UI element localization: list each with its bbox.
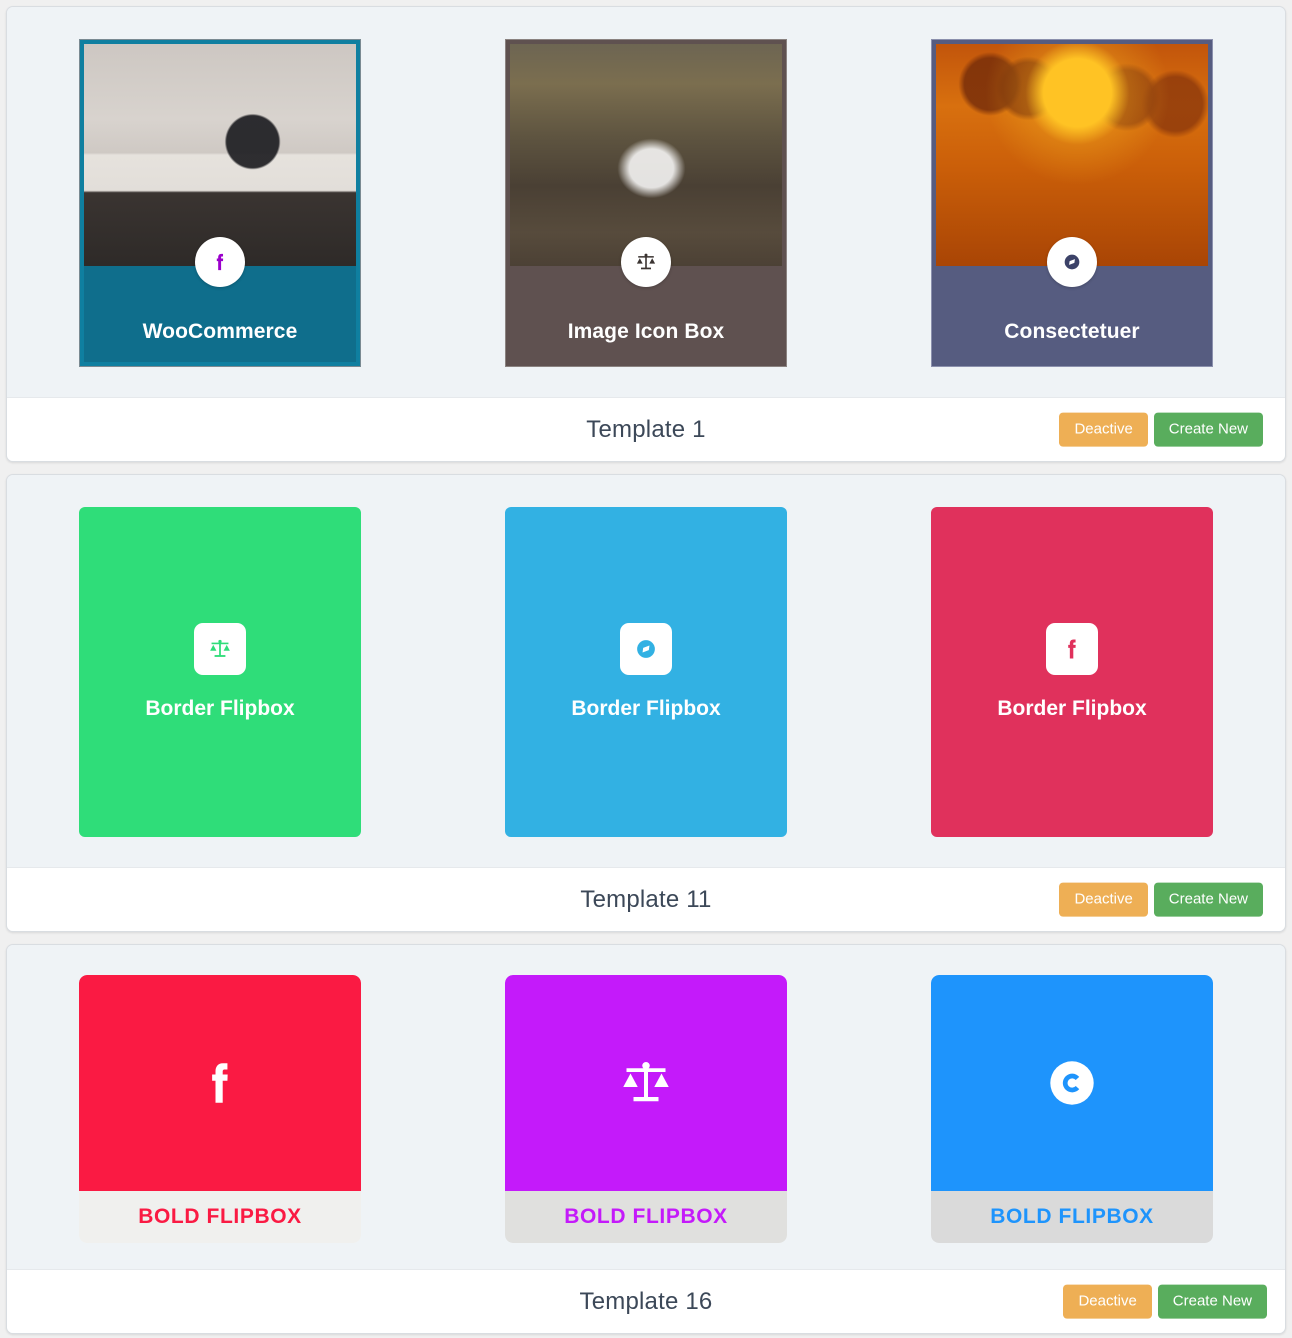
create-new-button[interactable]: Create New	[1153, 882, 1263, 917]
card-top	[931, 975, 1213, 1191]
template-16-actions: Deactive Create New	[1063, 1284, 1267, 1319]
card-title: Border Flipbox	[997, 697, 1147, 720]
card-body: Consectetuer	[936, 237, 1208, 362]
card-title: Image Icon Box	[567, 320, 725, 343]
balance-scale-icon	[194, 623, 246, 675]
template-title: Template 11	[580, 885, 712, 913]
template-block-16: BOLD FLIPBOX BOLD FLIPBOX BOLD FLIPBOX T…	[6, 944, 1286, 1334]
card-caption: BOLD FLIPBOX	[79, 1191, 361, 1243]
preview-card[interactable]: Image Icon Box	[505, 39, 787, 367]
card-title: Consectetuer	[1004, 320, 1140, 343]
copyright-c-icon	[1050, 1061, 1094, 1105]
create-new-button[interactable]: Create New	[1157, 1284, 1267, 1319]
preview-card[interactable]: Border Flipbox	[931, 507, 1213, 837]
template-1-actions: Deactive Create New	[1059, 412, 1263, 447]
facebook-f-icon	[195, 237, 245, 287]
preview-card[interactable]: Border Flipbox	[79, 507, 361, 837]
template-1-preview: WooCommerce Image Icon Box Consectetuer	[7, 7, 1285, 397]
card-top	[79, 975, 361, 1191]
card-top	[505, 975, 787, 1191]
template-11-footer: Template 11 Deactive Create New	[7, 867, 1285, 931]
card-photo	[510, 44, 782, 266]
deactive-button[interactable]: Deactive	[1063, 1284, 1152, 1319]
preview-card[interactable]: BOLD FLIPBOX	[79, 975, 361, 1243]
card-body: WooCommerce	[84, 237, 356, 362]
template-title: Template 16	[579, 1287, 713, 1315]
compass-icon	[1047, 237, 1097, 287]
card-caption: BOLD FLIPBOX	[505, 1191, 787, 1243]
preview-card[interactable]: WooCommerce	[79, 39, 361, 367]
balance-scale-icon	[623, 1062, 669, 1102]
create-new-button[interactable]: Create New	[1153, 412, 1263, 447]
template-16-preview: BOLD FLIPBOX BOLD FLIPBOX BOLD FLIPBOX	[7, 945, 1285, 1269]
card-title: WooCommerce	[142, 320, 298, 343]
compass-icon	[620, 623, 672, 675]
balance-scale-icon	[621, 237, 671, 287]
template-11-preview: Border Flipbox Border Flipbox Border Fli…	[7, 475, 1285, 867]
card-caption: BOLD FLIPBOX	[931, 1191, 1213, 1243]
preview-card[interactable]: Border Flipbox	[505, 507, 787, 837]
card-body: Image Icon Box	[510, 237, 782, 362]
preview-card[interactable]: BOLD FLIPBOX	[931, 975, 1213, 1243]
card-photo	[936, 44, 1208, 266]
template-16-footer: Template 16 Deactive Create New	[7, 1269, 1285, 1333]
template-title: Template 1	[586, 415, 706, 443]
card-title: Border Flipbox	[571, 697, 721, 720]
deactive-button[interactable]: Deactive	[1059, 882, 1148, 917]
preview-card[interactable]: Consectetuer	[931, 39, 1213, 367]
card-photo	[84, 44, 356, 266]
template-library-page: WooCommerce Image Icon Box Consectetuer …	[0, 6, 1292, 1334]
template-block-1: WooCommerce Image Icon Box Consectetuer …	[6, 6, 1286, 462]
preview-card[interactable]: BOLD FLIPBOX	[505, 975, 787, 1243]
template-1-footer: Template 1 Deactive Create New	[7, 397, 1285, 461]
template-11-actions: Deactive Create New	[1059, 882, 1263, 917]
deactive-button[interactable]: Deactive	[1059, 412, 1148, 447]
card-title: Border Flipbox	[145, 697, 295, 720]
template-block-11: Border Flipbox Border Flipbox Border Fli…	[6, 474, 1286, 932]
facebook-f-icon	[212, 1063, 228, 1103]
facebook-f-icon	[1046, 623, 1098, 675]
